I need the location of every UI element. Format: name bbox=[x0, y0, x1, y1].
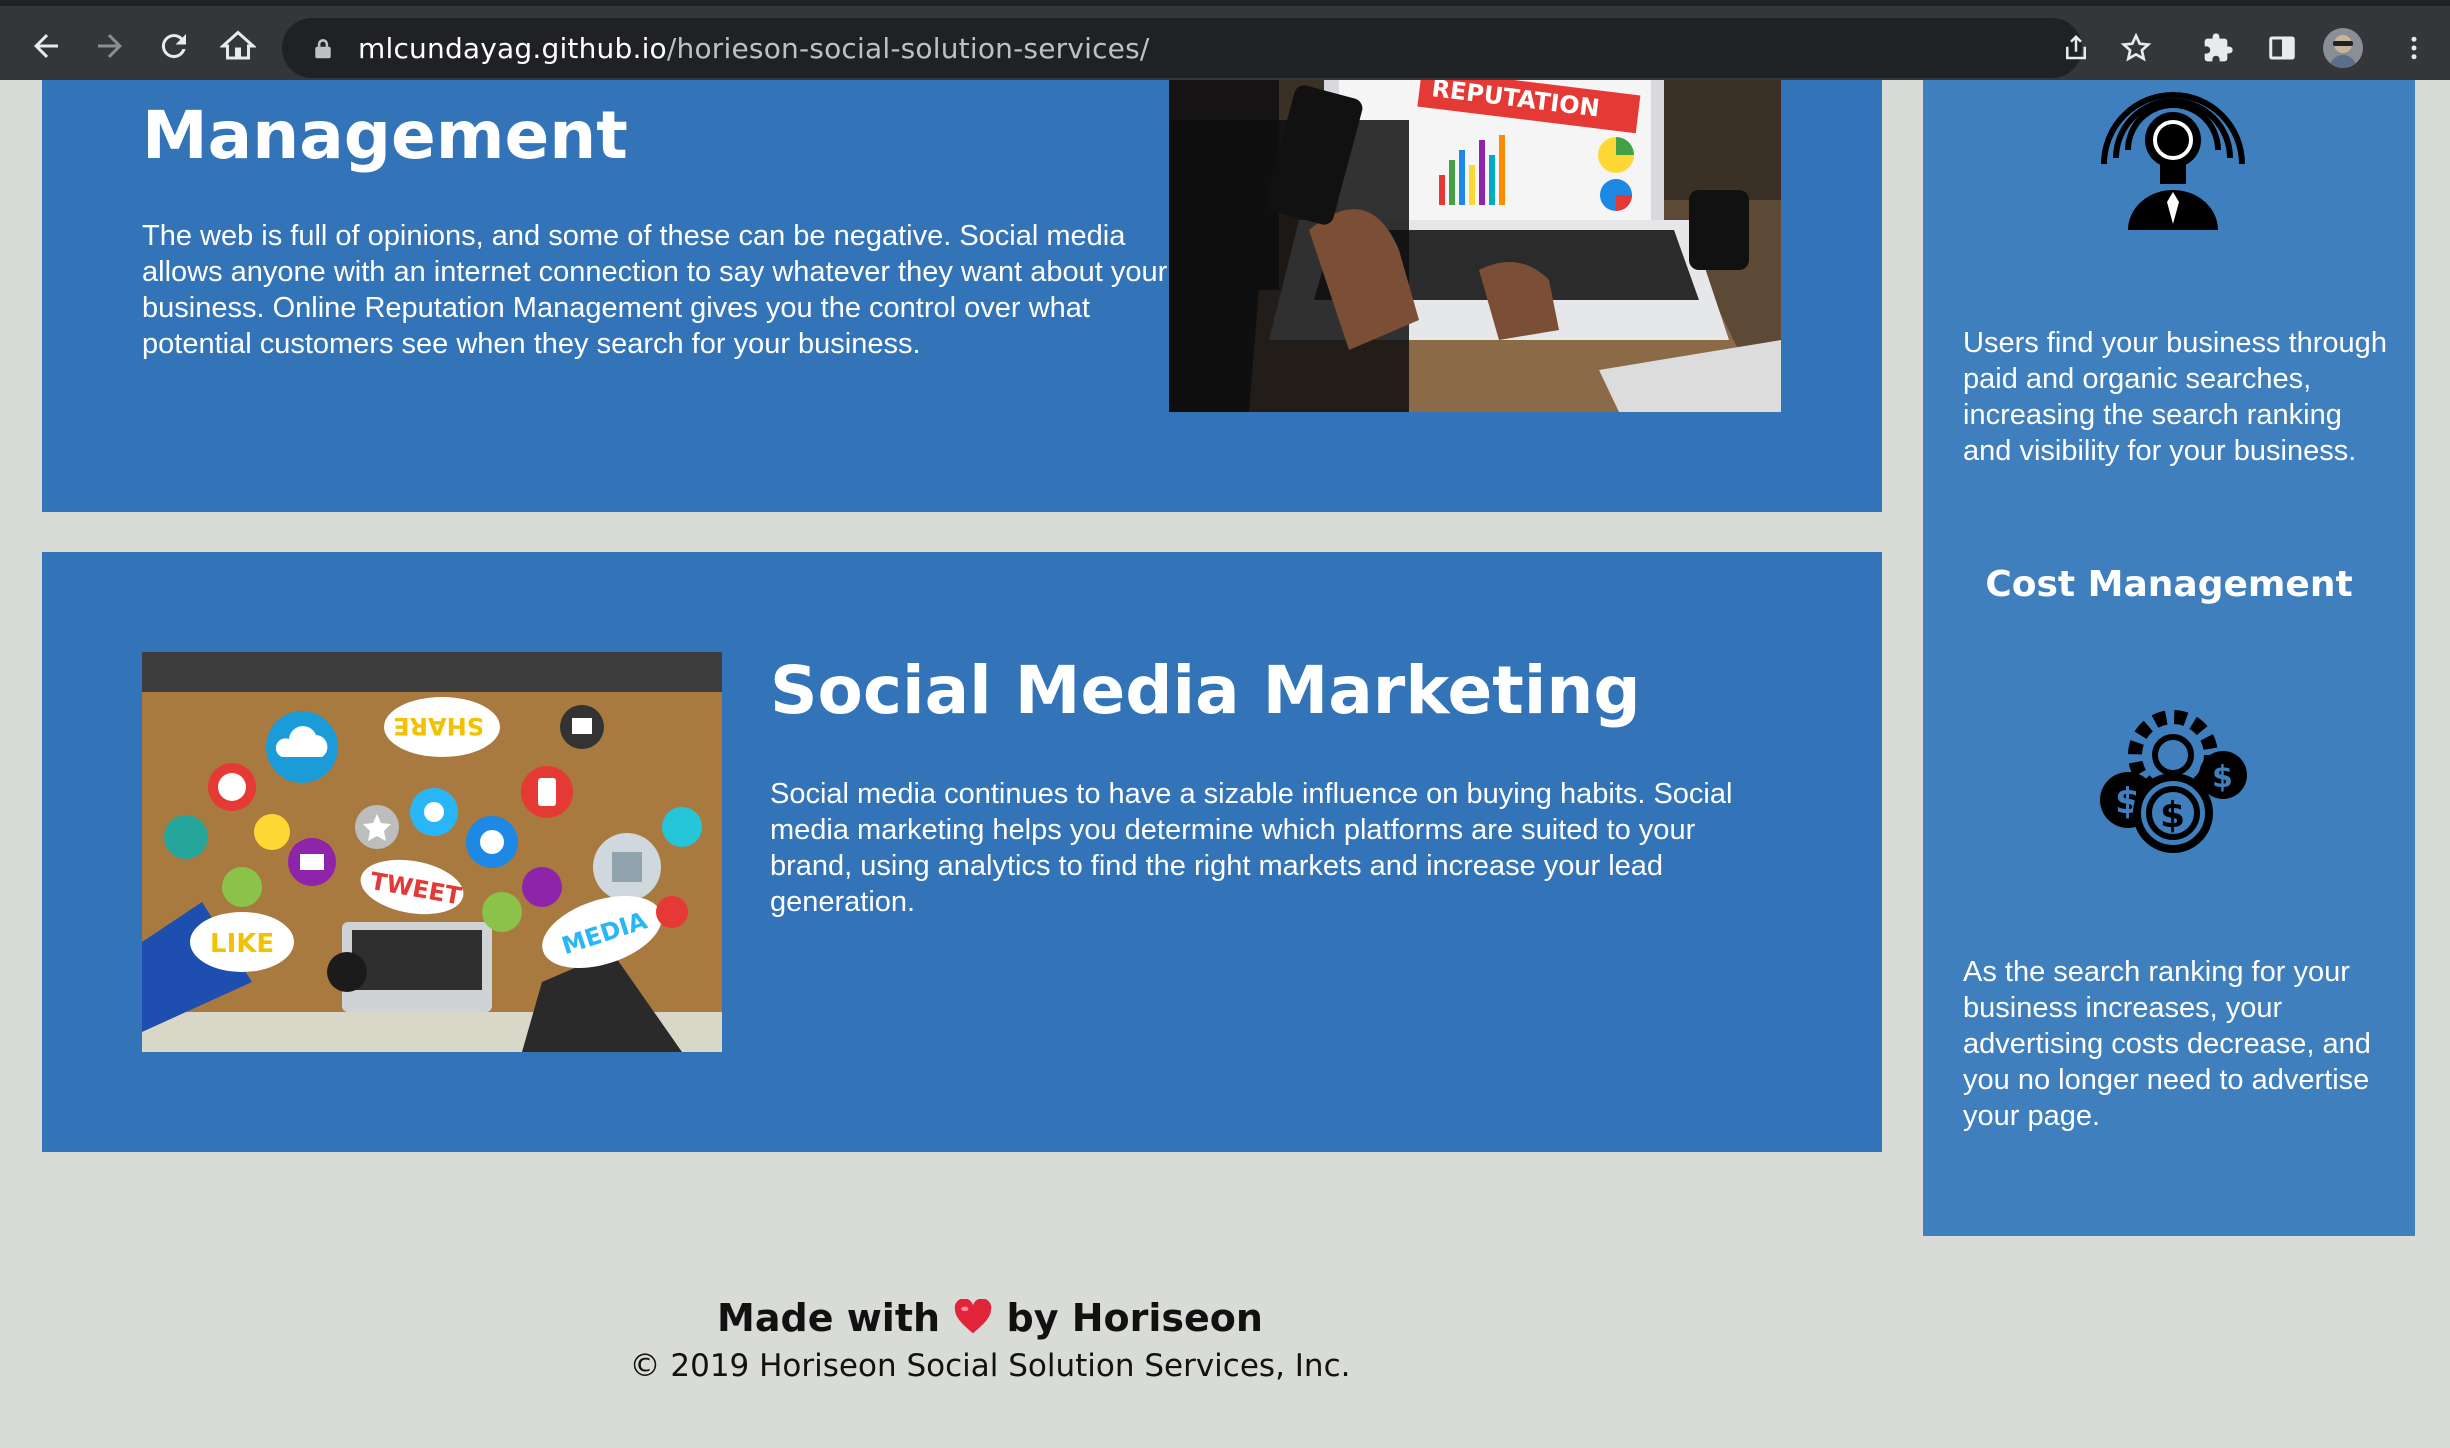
arrow-right-icon bbox=[98, 34, 122, 58]
social-media-title: Social Media Marketing bbox=[770, 652, 1641, 729]
url-text: mlcundayag.github.io/horieson-social-sol… bbox=[358, 32, 1150, 65]
url-host: mlcundayag.github.io bbox=[358, 31, 667, 65]
footer-made-with: Made with by Horiseon bbox=[0, 1296, 2450, 1344]
footer-made-prefix: Made with bbox=[717, 1296, 941, 1340]
svg-text:$: $ bbox=[2160, 795, 2185, 836]
lightbulb-person-icon bbox=[2098, 80, 2248, 230]
footer-made-suffix: by Horiseon bbox=[1006, 1296, 1263, 1340]
forward-button[interactable] bbox=[84, 20, 136, 72]
arrow-left-icon bbox=[34, 34, 58, 58]
browser-toolbar: mlcundayag.github.io/horieson-social-sol… bbox=[0, 0, 2450, 80]
reputation-image: REPUTATION bbox=[1169, 80, 1781, 412]
address-bar[interactable]: mlcundayag.github.io/horieson-social-sol… bbox=[282, 18, 2086, 78]
home-icon bbox=[220, 30, 256, 60]
url-path: /horieson-social-solution-services/ bbox=[666, 31, 1150, 65]
bookmark-star-icon[interactable] bbox=[2118, 30, 2154, 66]
lock-icon bbox=[310, 33, 336, 63]
svg-text:$: $ bbox=[2212, 760, 2233, 795]
side-panel-icon[interactable] bbox=[2262, 28, 2302, 68]
extensions-puzzle-icon[interactable] bbox=[2198, 28, 2238, 68]
back-button[interactable] bbox=[20, 20, 72, 72]
cost-management-title: Cost Management bbox=[1985, 564, 2353, 605]
profile-avatar[interactable] bbox=[2323, 28, 2363, 68]
cost-management-text: As the search ranking for your business … bbox=[1963, 956, 2371, 1132]
reputation-title: Management bbox=[142, 97, 628, 174]
reputation-management-section: Management The web is full of opinions, … bbox=[42, 80, 1882, 512]
menu-kebab-icon[interactable] bbox=[2394, 28, 2434, 68]
reputation-body: The web is full of opinions, and some of… bbox=[142, 220, 1168, 360]
benefits-aside: Users find your business through paid an… bbox=[1923, 80, 2415, 1236]
reload-button[interactable] bbox=[148, 20, 200, 72]
home-button[interactable] bbox=[212, 20, 264, 72]
footer-copyright: © 2019 Horiseon Social Solution Services… bbox=[629, 1348, 1351, 1384]
social-media-image: SHARE TWEET LIKE MEDIA bbox=[142, 652, 722, 1052]
reload-icon bbox=[161, 34, 186, 59]
heart-icon bbox=[953, 1298, 993, 1344]
social-media-marketing-section: SHARE TWEET LIKE MEDIA Social Media Mark… bbox=[42, 552, 1882, 1152]
share-icon[interactable] bbox=[2058, 30, 2094, 66]
lead-generation-text: Users find your business through paid an… bbox=[1963, 327, 2387, 467]
cost-money-gear-icon: $ $ $ bbox=[2093, 705, 2253, 855]
social-media-body: Social media continues to have a sizable… bbox=[770, 778, 1733, 918]
like-bubble-label: LIKE bbox=[210, 929, 274, 959]
share-bubble-label: SHARE bbox=[393, 712, 484, 740]
